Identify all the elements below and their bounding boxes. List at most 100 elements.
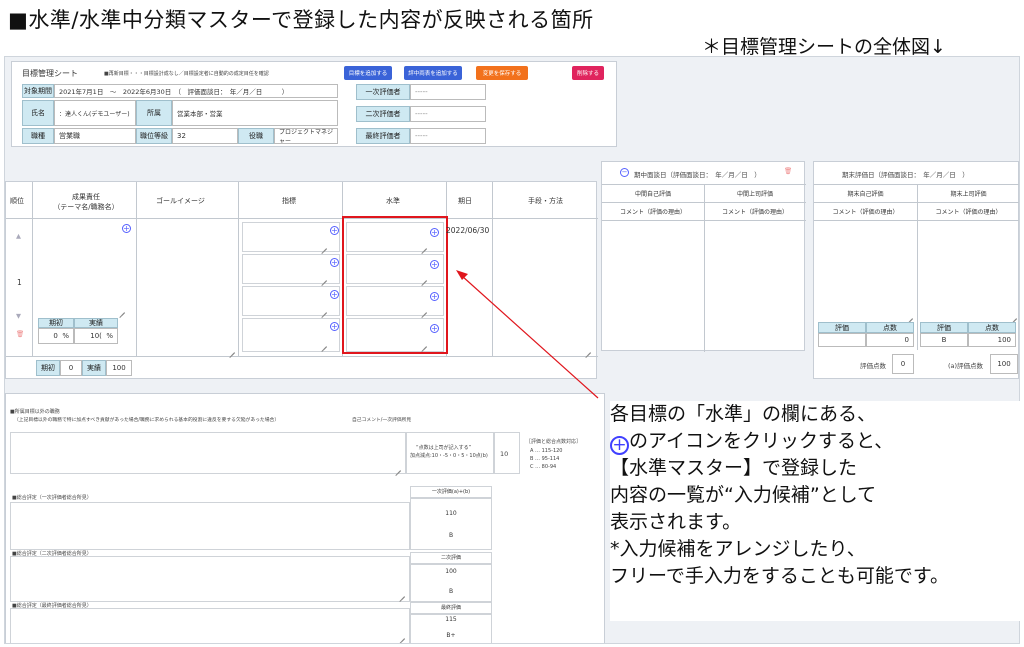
legend-b: B … 95-114: [530, 456, 560, 462]
header-rank: 順位: [10, 197, 24, 205]
role-value: プロジェクトマネジャー: [274, 128, 338, 144]
overall3-textarea[interactable]: [10, 608, 410, 643]
save-button[interactable]: 変更を保存する: [476, 66, 528, 80]
resize-handle-icon[interactable]: [118, 306, 125, 313]
overall1-head: 一次評価(a)+(b): [431, 489, 471, 495]
end-score-value-1[interactable]: [818, 333, 866, 347]
period-value: 2021年7月1日 〜 2022年6月30日 （ 評価面談日： 年／月／日 ）: [54, 84, 338, 98]
end-point-value-2: 100: [968, 333, 1016, 347]
annotation-text-box: 各目標の「水準」の欄にある、 + のアイコンをクリックすると、 【水準マスター】で…: [610, 401, 1022, 621]
annotation-line-6: *入力候補をアレンジしたり、: [610, 538, 866, 560]
add-category-button[interactable]: 評中両表を追加する: [404, 66, 462, 80]
header-method: 手段・方法: [528, 197, 563, 205]
mid-self-label: 中間自己評価: [634, 191, 671, 198]
page-heading: ■水準/水準中分類マスターで登録した内容が反映される箇所: [8, 8, 594, 32]
add-goal-button[interactable]: 目標を追加する: [344, 66, 392, 80]
mid-review-panel: − 期中面談日（評価面談日： 年／月／日 ） 🗑 中間自己評価 中間上司評価 コ…: [601, 161, 806, 352]
overall3-grade: B+: [446, 632, 456, 639]
grade-value: 32: [172, 128, 238, 144]
header-level: 水準: [386, 197, 400, 205]
plus-circle-icon: +: [610, 436, 629, 455]
end-boss-label: 期末上司評価: [950, 191, 987, 198]
page-subheading: ＊目標管理シートの全体図↓: [702, 36, 946, 58]
end-score-value-2[interactable]: B: [920, 333, 968, 347]
deadline-value: 2022/06/30: [446, 226, 490, 235]
end-resize-icon-1: [906, 312, 913, 319]
level-highlight-box: [342, 216, 448, 354]
end-self-label: 期末自己評価: [847, 191, 884, 198]
overall1-label: ■総合評定（一次評価者総合所見）: [12, 495, 92, 501]
end-score-label-2: 評価: [920, 322, 968, 333]
sheet-note: ■再新目標・・・目標設計成なし／目標設定者に自動的の成定目任を確認: [104, 71, 269, 77]
total-label-1: 評価点数: [860, 362, 886, 370]
grade-label: 職位等級: [136, 128, 172, 144]
outside-note: （上記目標以外の職務で特に加点すべき貢献があった場合/職務に求められる基本的役割…: [14, 418, 280, 423]
annotation-line-7: フリーで手入力をすることも可能です。: [610, 565, 949, 587]
indicator-resize-icon-4: [320, 340, 327, 347]
indicator-resize-icon-3: [320, 306, 327, 313]
outside-textarea[interactable]: [10, 432, 406, 474]
annotation-line-4: 内容の一覧が“入力候補”として: [610, 484, 877, 506]
plan-input[interactable]: 0 %: [38, 328, 74, 344]
actual-input[interactable]: 10( %: [74, 328, 118, 344]
annotation-line-5: 表示されます。: [610, 511, 742, 533]
period-label: 対象期間: [22, 84, 54, 98]
outside-resize-icon: [394, 464, 401, 471]
end-review-title: 期末評価日（評価面談日： 年／月／日 ）: [842, 171, 969, 179]
dept-value: 営業本部・営業: [172, 100, 338, 126]
delete-button[interactable]: 削除する: [572, 66, 604, 80]
add-responsibility-plus-icon[interactable]: +: [122, 224, 131, 233]
final-label: 最終評価者: [356, 128, 410, 144]
header-panel: 目標管理シート ■再新目標・・・目標設計成なし／目標設定者に自動的の成定目任を確…: [11, 61, 617, 147]
move-down-icon[interactable]: ▼: [16, 312, 21, 320]
overall1-score: 110: [445, 510, 457, 517]
end-point-label-1: 点数: [866, 322, 914, 333]
end-comment-1: コメント（評価の理由）: [832, 209, 899, 216]
footer-actual-label: 実績: [82, 360, 106, 376]
trash-icon[interactable]: 🗑: [16, 330, 24, 338]
goal-image-resize-icon[interactable]: [228, 346, 235, 353]
end-point-value-1: 0: [866, 333, 914, 347]
eval2-value[interactable]: -----: [410, 106, 486, 122]
footer-plan-value: 0: [60, 360, 82, 376]
overall2-head: 二次評価: [440, 555, 461, 561]
collapse-icon[interactable]: −: [620, 168, 629, 177]
move-up-icon[interactable]: ▲: [16, 232, 21, 240]
header-goal-image: ゴールイメージ: [156, 197, 205, 205]
legend-title: ［評価と総合点数対応］: [526, 439, 582, 445]
indicator-plus-icon-1[interactable]: +: [330, 226, 339, 235]
header-responsibility: 成果責任 （テーマ名/職務名）: [53, 193, 119, 211]
mid-trash-icon[interactable]: 🗑: [784, 167, 792, 175]
eval1-label: 一次評価者: [356, 84, 410, 100]
total-label-2: (a)評価点数: [948, 362, 984, 370]
indicator-resize-icon-1: [320, 242, 327, 249]
legend-c: C … 80-94: [530, 464, 557, 470]
outside-title: ■所属目標以外の職務: [10, 409, 60, 415]
name-value: ：達人くん(デモユーザー): [54, 100, 136, 126]
overall2-score: 100: [445, 568, 457, 575]
footer-actual-value: 100: [106, 360, 132, 376]
indicator-resize-icon-2: [320, 274, 327, 281]
overall1-textarea[interactable]: [10, 502, 410, 550]
self-comment-label: 自己コメント/一次評価所見: [352, 418, 412, 423]
sheet-title: 目標管理シート: [22, 69, 78, 78]
eval1-value[interactable]: -----: [410, 84, 486, 100]
overall3-score: 115: [445, 616, 457, 623]
header-deadline: 期日: [458, 197, 472, 205]
indicator-plus-icon-2[interactable]: +: [330, 258, 339, 267]
eval2-label: 二次評価者: [356, 106, 410, 122]
final-value[interactable]: -----: [410, 128, 486, 144]
overall2-textarea[interactable]: [10, 556, 410, 602]
mid-review-title: 期中面談日（評価面談日： 年／月／日 ）: [634, 171, 761, 179]
overall3-head: 最終評価: [440, 605, 461, 611]
indicator-plus-icon-3[interactable]: +: [330, 290, 339, 299]
total-value-2: 100: [990, 354, 1018, 374]
overall2-grade: B: [448, 588, 454, 595]
mid-boss-label: 中間上司評価: [736, 191, 773, 198]
name-label: 氏名: [22, 100, 54, 126]
overall1-grade: B: [448, 532, 454, 539]
bottom-panel: ■所属目標以外の職務 （上記目標以外の職務で特に加点すべき貢献があった場合/職務…: [5, 393, 605, 643]
overall2-resize-icon: [398, 590, 405, 597]
indicator-plus-icon-4[interactable]: +: [330, 322, 339, 331]
mid-comment-2: コメント（評価の理由）: [721, 209, 788, 216]
